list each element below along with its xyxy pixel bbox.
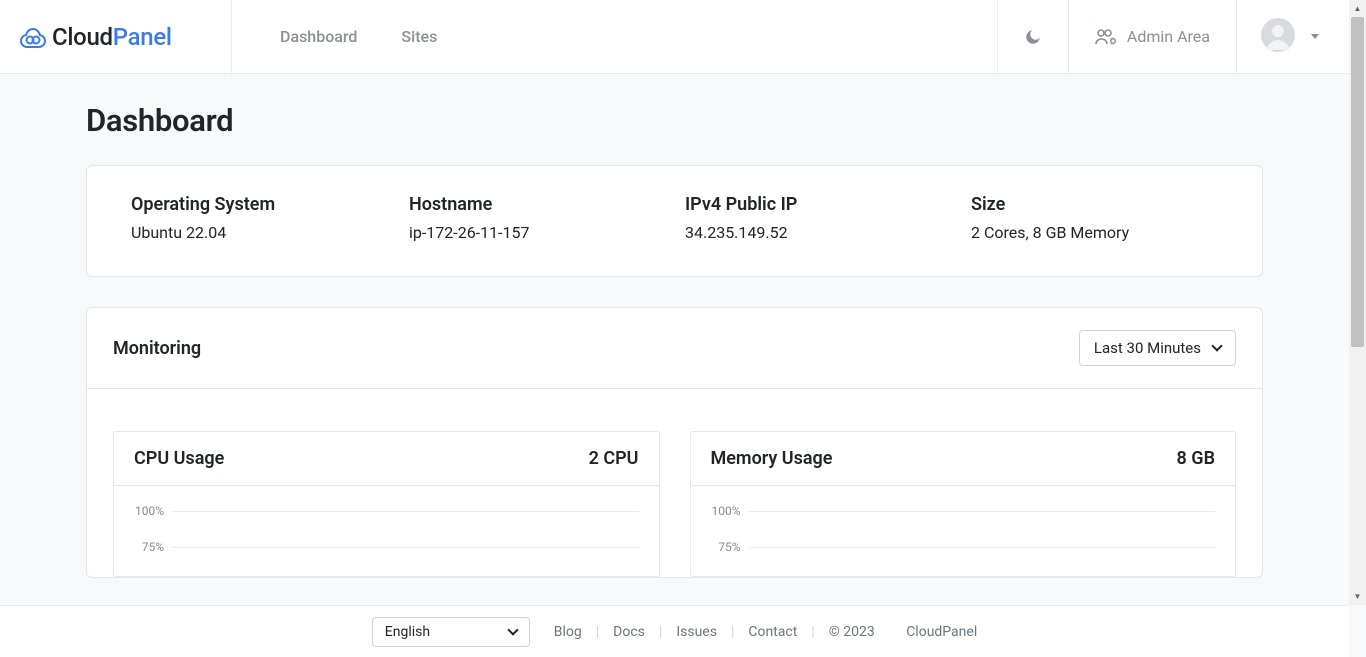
admin-area-link[interactable]: Admin Area xyxy=(1068,0,1236,73)
cpu-tick-100: 100% xyxy=(134,504,172,518)
brand-cloud: Cloud xyxy=(52,23,113,51)
footer-product[interactable]: CloudPanel xyxy=(906,624,977,640)
scroll-up-icon[interactable]: ▲ xyxy=(1349,0,1366,17)
time-range-label: Last 30 Minutes xyxy=(1094,339,1201,357)
scroll-down-icon[interactable]: ▼ xyxy=(1349,588,1366,605)
nav-sites[interactable]: Sites xyxy=(401,27,437,46)
mem-tick-75: 75% xyxy=(711,540,749,554)
memory-chart-title: Memory Usage xyxy=(711,448,833,469)
monitoring-title: Monitoring xyxy=(113,338,201,359)
info-os: Operating System Ubuntu 22.04 xyxy=(131,194,409,242)
time-range-select[interactable]: Last 30 Minutes xyxy=(1079,330,1236,366)
system-info-card: Operating System Ubuntu 22.04 Hostname i… xyxy=(86,165,1263,277)
ip-label: IPv4 Public IP xyxy=(685,194,971,215)
language-label: English xyxy=(385,624,430,640)
info-ip: IPv4 Public IP 34.235.149.52 xyxy=(685,194,971,242)
size-label: Size xyxy=(971,194,1218,215)
user-menu[interactable] xyxy=(1236,0,1349,73)
admin-users-gear-icon xyxy=(1095,28,1117,46)
hostname-value: ip-172-26-11-157 xyxy=(409,223,685,242)
header-tools: Admin Area xyxy=(997,0,1349,73)
os-label: Operating System xyxy=(131,194,409,215)
scrollbar-thumb[interactable] xyxy=(1351,17,1364,347)
moon-icon xyxy=(1024,28,1042,46)
cpu-chart-title: CPU Usage xyxy=(134,448,224,469)
top-bar: CloudPanel Dashboard Sites xyxy=(0,0,1349,74)
ip-value: 34.235.149.52 xyxy=(685,223,971,242)
footer-contact[interactable]: Contact xyxy=(748,624,797,640)
os-value: Ubuntu 22.04 xyxy=(131,223,409,242)
language-select[interactable]: English xyxy=(372,617,530,647)
footer-issues[interactable]: Issues xyxy=(676,624,717,640)
page-content: Dashboard Operating System Ubuntu 22.04 … xyxy=(0,74,1349,605)
size-value: 2 Cores, 8 GB Memory xyxy=(971,223,1218,242)
footer-blog[interactable]: Blog xyxy=(554,624,582,640)
brand-panel: Panel xyxy=(113,23,172,51)
cpu-tick-75: 75% xyxy=(134,540,172,554)
info-hostname: Hostname ip-172-26-11-157 xyxy=(409,194,685,242)
admin-area-label: Admin Area xyxy=(1127,27,1210,46)
chevron-down-icon xyxy=(1211,340,1222,351)
primary-nav: Dashboard Sites xyxy=(232,0,997,73)
footer: English Blog | Docs | Issues | Contact |… xyxy=(0,605,1349,657)
hostname-label: Hostname xyxy=(409,194,685,215)
chevron-down-icon xyxy=(1311,34,1319,39)
cloud-icon xyxy=(20,26,46,48)
monitoring-card: Monitoring Last 30 Minutes CPU Usage 2 C… xyxy=(86,307,1263,578)
info-size: Size 2 Cores, 8 GB Memory xyxy=(971,194,1218,242)
footer-docs[interactable]: Docs xyxy=(613,624,645,640)
memory-chart: Memory Usage 8 GB 100% 75% xyxy=(690,431,1237,577)
chevron-down-icon xyxy=(507,624,518,635)
logo[interactable]: CloudPanel xyxy=(0,0,232,73)
footer-copyright: © 2023 xyxy=(829,624,875,640)
separator: | xyxy=(731,624,734,640)
mem-tick-100: 100% xyxy=(711,504,749,518)
nav-dashboard[interactable]: Dashboard xyxy=(280,27,357,46)
avatar-icon xyxy=(1261,18,1295,56)
cpu-chart-meta: 2 CPU xyxy=(589,448,639,469)
separator: | xyxy=(811,624,814,640)
separator: | xyxy=(659,624,662,640)
cpu-chart: CPU Usage 2 CPU 100% 75% xyxy=(113,431,660,577)
scrollbar[interactable]: ▲ ▼ xyxy=(1349,0,1366,605)
separator: | xyxy=(596,624,599,640)
theme-toggle[interactable] xyxy=(997,0,1068,73)
page-title: Dashboard xyxy=(86,102,1263,139)
memory-chart-meta: 8 GB xyxy=(1177,448,1215,469)
